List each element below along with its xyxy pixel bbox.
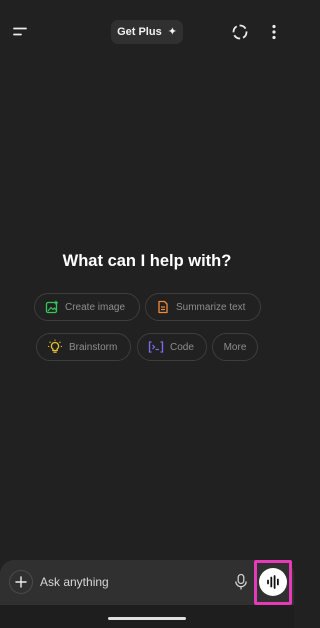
suggestion-label: More — [223, 341, 247, 353]
dictation-button[interactable] — [232, 572, 250, 592]
suggestion-label: Code — [170, 341, 194, 353]
document-icon — [158, 300, 168, 314]
image-plus-icon — [45, 300, 58, 314]
vertical-dots-icon — [272, 24, 276, 40]
top-bar: Get Plus ✦ — [0, 14, 294, 50]
dashed-circle-icon — [232, 24, 248, 40]
suggestion-code[interactable]: Code — [137, 333, 207, 361]
message-input[interactable] — [40, 572, 220, 592]
more-options-button[interactable] — [262, 20, 286, 44]
suggestion-summarize-text[interactable]: Summarize text — [145, 293, 261, 321]
app-screen: Get Plus ✦ What can I help with? Create … — [0, 0, 294, 628]
menu-icon — [13, 27, 27, 36]
menu-button[interactable] — [8, 20, 32, 44]
terminal-icon — [148, 341, 164, 353]
voice-mode-button[interactable] — [259, 568, 287, 596]
suggestion-label: Summarize text — [176, 301, 246, 313]
suggestion-more[interactable]: More — [212, 333, 258, 361]
sparkle-icon: ✦ — [167, 25, 177, 38]
temporary-chat-button[interactable] — [228, 20, 252, 44]
get-plus-button[interactable]: Get Plus ✦ — [111, 20, 183, 44]
voice-waveform-icon — [267, 575, 279, 589]
suggestion-brainstorm[interactable]: Brainstorm — [36, 333, 131, 361]
page-title: What can I help with? — [62, 252, 232, 270]
plus-icon — [15, 576, 27, 588]
home-indicator[interactable] — [108, 617, 186, 620]
suggestion-label: Create image — [65, 301, 126, 313]
suggestion-label: Brainstorm — [69, 341, 118, 353]
message-composer — [0, 560, 294, 605]
get-plus-label: Get Plus — [117, 26, 162, 38]
lightbulb-icon — [48, 339, 62, 353]
suggestion-create-image[interactable]: Create image — [34, 293, 140, 321]
microphone-icon — [235, 573, 247, 590]
attach-button[interactable] — [9, 570, 33, 594]
